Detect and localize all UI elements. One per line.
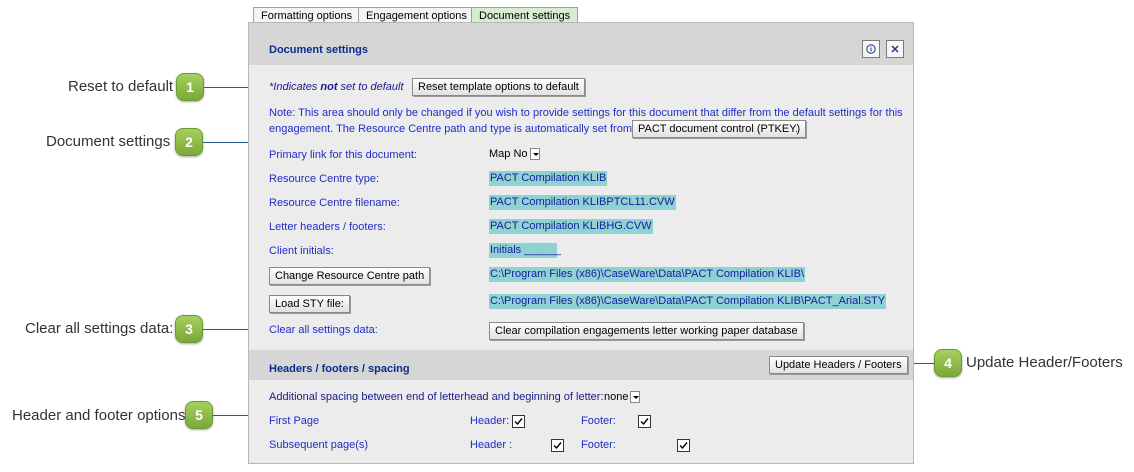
callout-badge-4: 4: [934, 349, 962, 377]
chevron-down-icon: [630, 391, 641, 404]
callout-badge-2: 2: [175, 128, 203, 156]
update-headers-footers-button[interactable]: Update Headers / Footers: [769, 356, 908, 374]
chevron-down-icon: [529, 148, 540, 161]
rc-path-field[interactable]: C:\Program Files (x86)\CaseWare\Data\PAC…: [489, 267, 806, 282]
note-line-1: Note: This area should only be changed i…: [269, 107, 903, 119]
rc-type-label: Resource Centre type:: [269, 173, 380, 185]
client-initials-label: Client initials:: [269, 245, 334, 257]
not-default-note: *Indicates not set to default: [269, 81, 404, 93]
callout-badge-1: 1: [176, 73, 204, 101]
sub-footer-label: Footer:: [581, 439, 616, 451]
first-footer-label: Footer:: [581, 415, 616, 427]
callout-label-clear: Clear all settings data:: [25, 320, 174, 337]
clear-settings-label: Clear all settings data:: [269, 324, 378, 336]
change-rc-path-button[interactable]: Change Resource Centre path: [269, 267, 431, 285]
letter-headers-field[interactable]: PACT Compilation KLIBHG.CVW: [489, 219, 653, 234]
sty-path-field[interactable]: C:\Program Files (x86)\CaseWare\Data\PAC…: [489, 294, 887, 309]
rc-filename-label: Resource Centre filename:: [269, 197, 400, 209]
rc-type-field[interactable]: PACT Compilation KLIB: [489, 171, 608, 186]
primary-link-value: Map No: [489, 148, 528, 160]
headers-footers-title: Headers / footers / spacing: [269, 363, 410, 375]
first-page-label: First Page: [269, 415, 320, 427]
document-settings-panel: Document settings *Indicates not set to …: [248, 22, 914, 464]
letter-headers-label: Letter headers / footers:: [269, 221, 386, 233]
callout-label-header-footer: Header and footer options: [12, 407, 186, 424]
note-end: .: [795, 123, 799, 135]
client-initials-field[interactable]: Initials ______: [489, 243, 561, 258]
callout-badge-5: 5: [185, 401, 213, 429]
spacing-label: Additional spacing between end of letter…: [269, 391, 604, 403]
spacing-select[interactable]: none: [604, 390, 641, 405]
document-settings-title: Document settings: [269, 44, 369, 56]
load-sty-button[interactable]: Load STY file:: [269, 295, 350, 313]
document-settings-header: Document settings: [249, 23, 913, 65]
pact-document-control-button[interactable]: PACT document control (PTKEY): [632, 120, 807, 138]
first-header-checkbox[interactable]: [512, 415, 525, 429]
callout-label-reset: Reset to default: [68, 78, 174, 95]
first-header-label: Header:: [470, 415, 510, 427]
headers-footers-header: Headers / footers / spacing Update Heade…: [249, 350, 913, 380]
callout-label-document-settings: Document settings: [46, 133, 171, 150]
clear-database-button[interactable]: Clear compilation engagements letter wor…: [489, 322, 804, 340]
reset-template-button[interactable]: Reset template options to default: [412, 78, 585, 96]
note-line-2: engagement. The Resource Centre path and…: [269, 123, 632, 135]
subsequent-page-label: Subsequent page(s): [269, 439, 369, 451]
callout-label-update: Update Header/Footers: [966, 354, 1123, 371]
sub-footer-checkbox[interactable]: [677, 439, 691, 453]
primary-link-label: Primary link for this document:: [269, 149, 417, 161]
primary-link-select[interactable]: Map No: [489, 147, 540, 162]
sub-header-checkbox[interactable]: [550, 439, 564, 453]
first-footer-checkbox[interactable]: [638, 415, 652, 429]
info-icon[interactable]: [862, 40, 880, 58]
spacing-value: none: [604, 391, 629, 403]
close-icon[interactable]: [886, 40, 904, 58]
callout-badge-3: 3: [175, 315, 203, 343]
rc-filename-field[interactable]: PACT Compilation KLIBPTCL11.CVW: [489, 195, 676, 210]
sub-header-label: Header :: [470, 439, 513, 451]
